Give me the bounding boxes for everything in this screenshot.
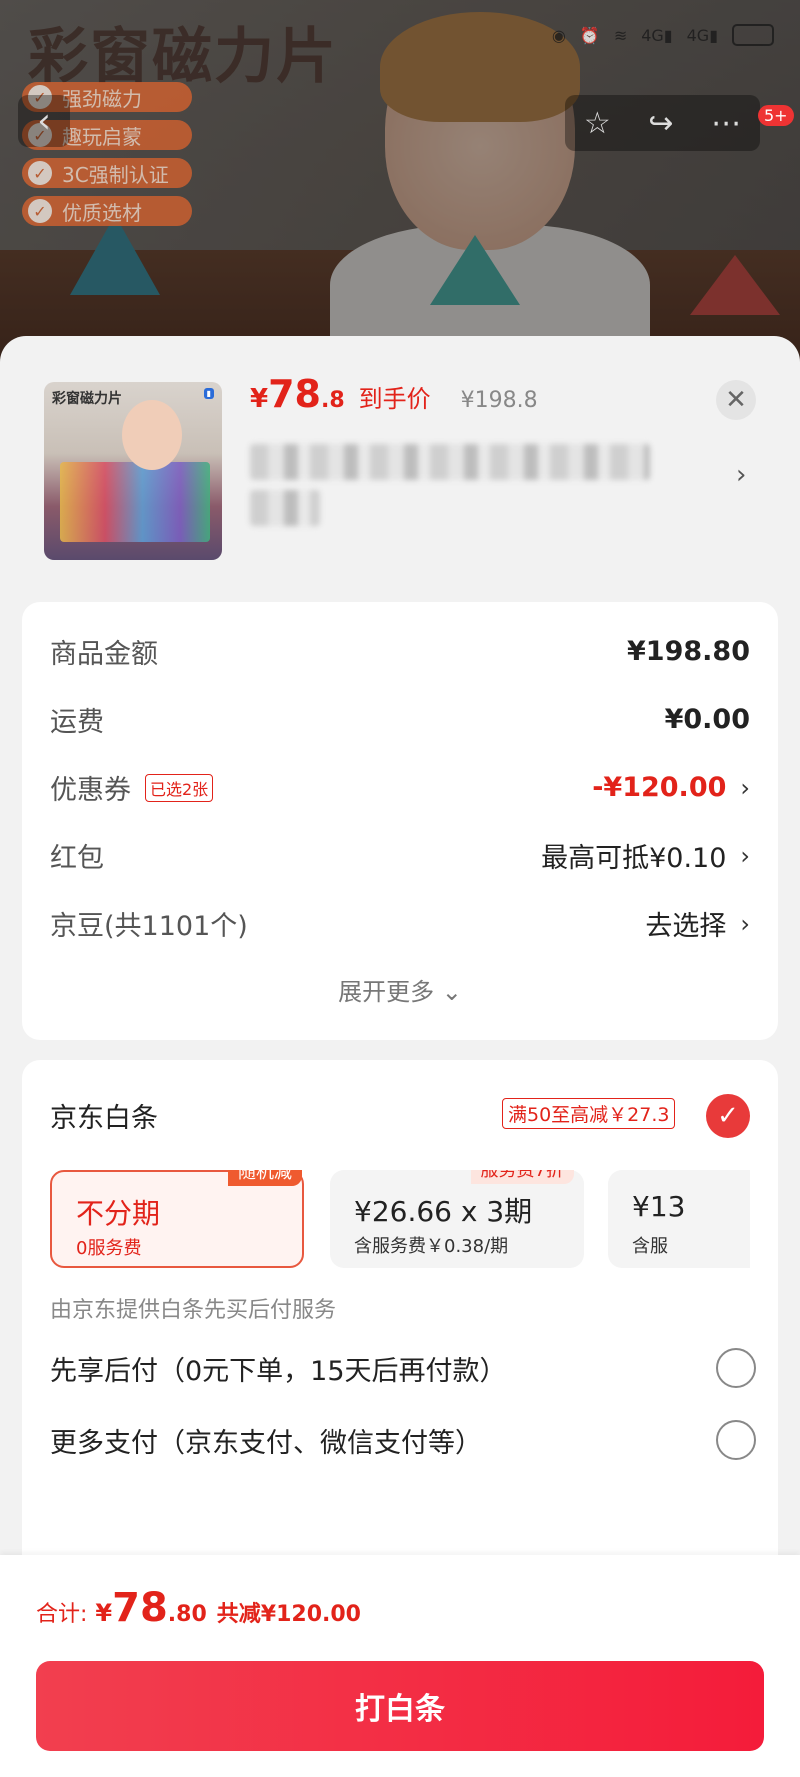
hero-badge: ✓ 优质选材: [22, 196, 192, 226]
hero-badge: ✓ 3C强制认证: [22, 158, 192, 188]
plan-more-installments[interactable]: ¥13 含服: [608, 1170, 750, 1268]
submit-baitiao-button[interactable]: 打白条: [36, 1661, 764, 1751]
option-more-payment[interactable]: 更多支付（京东支付、微信支付等）: [50, 1420, 756, 1460]
baitiao-selected-check[interactable]: ✓: [706, 1094, 750, 1138]
check-icon: ✓: [28, 199, 52, 223]
thumb-tag: ▮: [203, 388, 214, 399]
more-icon[interactable]: ⋯: [711, 106, 741, 141]
wifi-icon: ≋: [613, 25, 628, 45]
price-row: ¥ 78 .8 到手价 ¥198.8: [250, 372, 538, 416]
cost-row-redpacket[interactable]: 红包 最高可抵¥0.10 ›: [50, 836, 750, 875]
price-decimal: .8: [320, 388, 345, 413]
signal-4g-icon: 4G▮: [641, 25, 673, 45]
battery-icon: [732, 24, 774, 46]
eye-icon: ◉: [551, 25, 566, 45]
signal-4g-icon: 4G▮: [686, 25, 718, 45]
chevron-right-icon: ›: [740, 909, 750, 938]
cost-row-jingdou[interactable]: 京豆(共1101个) 去选择 ›: [50, 904, 750, 943]
product-name-blurred[interactable]: [250, 444, 700, 544]
price-currency: ¥: [250, 384, 269, 414]
chevron-right-icon[interactable]: ›: [736, 460, 746, 490]
plan-tag: 服务费7折: [470, 1170, 574, 1184]
product-thumbnail[interactable]: 彩窗磁力片 ▮: [44, 382, 222, 560]
chevron-right-icon: ›: [740, 841, 750, 870]
star-icon[interactable]: ☆: [584, 106, 611, 141]
check-icon: ✓: [717, 1101, 739, 1131]
plan-3-installments[interactable]: 服务费7折 ¥26.66 x 3期 含服务费￥0.38/期: [330, 1170, 584, 1268]
top-action-group: ☆ ↪ ⋯: [565, 95, 760, 151]
checkout-footer: 合计: ¥ 78 .80 共减¥120.00 打白条: [0, 1555, 800, 1777]
baitiao-title: 京东白条: [50, 1103, 158, 1134]
chevron-right-icon: ›: [740, 773, 750, 802]
cost-breakdown-card: 商品金额 ¥198.80 运费 ¥0.00 优惠券 已选2张 -¥120.00 › …: [22, 602, 778, 1040]
baitiao-promo-badge: 满50至高减￥27.3: [502, 1098, 676, 1129]
plan-no-installment[interactable]: 随机减 不分期 0服务费: [50, 1170, 304, 1268]
installment-plans: 随机减 不分期 0服务费 服务费7折 ¥26.66 x 3期 含服务费￥0.38…: [50, 1170, 750, 1270]
price-integer: 78: [268, 372, 321, 416]
coupon-selected-tag: 已选2张: [145, 773, 214, 802]
final-price-label: 到手价: [358, 385, 431, 413]
cost-row-shipping: 运费 ¥0.00: [50, 704, 750, 738]
alarm-icon: ⏰: [579, 25, 600, 45]
option-pay-later[interactable]: 先享后付（0元下单，15天后再付款）: [50, 1348, 756, 1388]
chevron-left-icon: ‹: [37, 101, 51, 141]
check-icon: ✓: [28, 161, 52, 185]
back-button[interactable]: ‹: [18, 95, 70, 147]
share-icon[interactable]: ↪: [648, 106, 673, 141]
message-count-badge: 5+: [758, 105, 794, 126]
cost-row-coupon[interactable]: 优惠券 已选2张 -¥120.00 ›: [50, 768, 750, 807]
product-hero-image: 彩窗磁力片 ✓ 强劲磁力 ✓ 趣玩启蒙 ✓ 3C强制认证 ✓ 优质选材 ◉ ⏰ ≋ 4G…: [0, 0, 800, 380]
cost-row-goods: 商品金额 ¥198.80: [50, 636, 750, 670]
close-icon: ✕: [725, 385, 747, 415]
radio-button[interactable]: [716, 1348, 756, 1388]
total-saving: 共减¥120.00: [216, 1602, 361, 1627]
status-bar: ◉ ⏰ ≋ 4G▮ 4G▮: [552, 24, 774, 46]
total-amount: 合计: ¥ 78 .80 共减¥120.00: [36, 1585, 361, 1631]
product-summary: 彩窗磁力片 ▮ ¥ 78 .8 到手价 ¥198.8 ✕ ›: [0, 336, 800, 576]
close-button[interactable]: ✕: [716, 380, 756, 420]
plan-tag: 随机减: [228, 1170, 302, 1186]
radio-button[interactable]: [716, 1420, 756, 1460]
expand-more-button[interactable]: 展开更多 ⌄: [22, 972, 778, 1007]
original-price: ¥198.8: [460, 388, 538, 413]
baitiao-service-note: 由京东提供白条先买后付服务: [50, 1298, 337, 1323]
